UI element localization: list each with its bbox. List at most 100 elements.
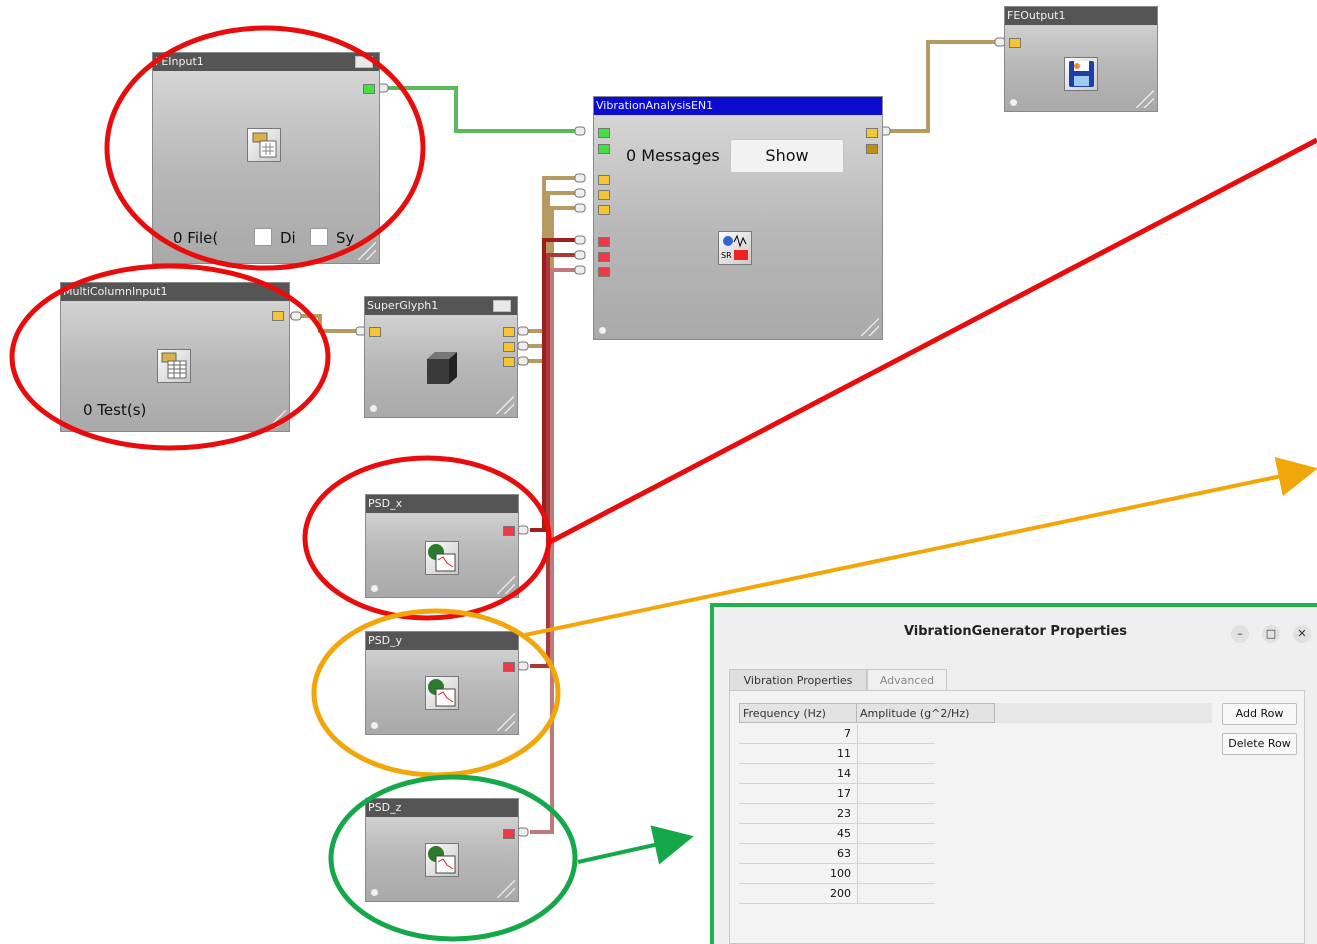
add-row-button[interactable]: Add Row <box>1222 703 1297 725</box>
table-row-amplitude[interactable] <box>857 784 935 804</box>
minimize-icon[interactable]: – <box>1231 625 1249 643</box>
input-port-yellow-1[interactable] <box>598 175 610 185</box>
superglyph[interactable]: SuperGlyph1 <box>364 296 518 418</box>
table-row-frequency[interactable]: 17 <box>739 784 857 804</box>
file-input-icon <box>247 128 281 162</box>
close-icon[interactable]: ✕ <box>1293 625 1311 643</box>
output-port-2[interactable] <box>503 342 515 352</box>
vibration-analysis-glyph[interactable]: VibrationAnalysisEN1 0 Messages Show SR <box>593 96 883 340</box>
resize-grip[interactable] <box>497 576 515 594</box>
table-row-amplitude[interactable] <box>857 724 935 744</box>
sy-checkbox-label: Sy <box>336 229 355 247</box>
vibration-generator-properties-dialog: VibrationGenerator Properties – □ ✕ Vibr… <box>710 603 1317 944</box>
wire-analysis-to-feoutput <box>880 40 1000 133</box>
resize-grip[interactable] <box>1136 90 1154 108</box>
status-led <box>371 722 378 729</box>
input-port-green-2[interactable] <box>598 144 610 154</box>
output-port-2[interactable] <box>866 144 878 154</box>
input-port-green-1[interactable] <box>598 128 610 138</box>
table-row-frequency[interactable]: 14 <box>739 764 857 784</box>
wire-psd-z <box>530 268 583 834</box>
psd-chart-icon <box>425 843 459 877</box>
test-count-label: 0 Test(s) <box>83 401 147 419</box>
input-port-red-3[interactable] <box>598 267 610 277</box>
input-port[interactable] <box>369 327 381 337</box>
cube-icon <box>423 349 461 387</box>
psd-y-glyph[interactable]: PSD_y <box>365 631 519 735</box>
svg-text:SR: SR <box>721 251 732 260</box>
column-header-amplitude[interactable]: Amplitude (g^2/Hz) <box>856 703 995 723</box>
feoutput-glyph[interactable]: FEOutput1 <box>1004 6 1158 112</box>
output-port[interactable] <box>503 829 515 839</box>
show-button[interactable]: Show <box>730 139 844 173</box>
file-count-label: 0 File( <box>173 229 219 247</box>
output-port-1[interactable] <box>503 327 515 337</box>
status-led <box>371 889 378 896</box>
table-row-frequency[interactable]: 45 <box>739 824 857 844</box>
input-port-red-2[interactable] <box>598 252 610 262</box>
output-port[interactable] <box>503 526 515 536</box>
messages-label: 0 Messages <box>626 146 720 165</box>
glyph-title: FEOutput1 <box>1005 7 1157 25</box>
psd-z-glyph[interactable]: PSD_z <box>365 798 519 902</box>
psd-chart-icon <box>425 676 459 710</box>
resize-grip[interactable] <box>496 396 514 414</box>
psd-x-glyph[interactable]: PSD_x <box>365 494 519 598</box>
collapse-button[interactable] <box>493 300 511 312</box>
glyph-title: MultiColumnInput1 <box>61 283 289 301</box>
di-checkbox-label: Di <box>280 229 296 247</box>
vibration-analysis-icon: SR <box>718 231 752 265</box>
table-row-amplitude[interactable] <box>857 804 935 824</box>
multicolumn-input-glyph[interactable]: MultiColumnInput1 0 Test(s) <box>60 282 290 432</box>
collapse-button[interactable] <box>355 56 373 68</box>
maximize-icon[interactable]: □ <box>1262 625 1280 643</box>
output-port-3[interactable] <box>503 357 515 367</box>
input-port[interactable] <box>1009 38 1021 48</box>
table-row-frequency[interactable]: 63 <box>739 844 857 864</box>
status-led <box>1010 99 1017 106</box>
input-port-red-1[interactable] <box>598 237 610 247</box>
table-row-amplitude[interactable] <box>857 864 935 884</box>
table-row-amplitude[interactable] <box>857 844 935 864</box>
wire-psd-x <box>530 238 583 532</box>
table-row-frequency[interactable]: 23 <box>739 804 857 824</box>
table-input-icon <box>157 349 191 383</box>
output-port[interactable] <box>503 662 515 672</box>
tab-advanced[interactable]: Advanced <box>867 669 947 690</box>
table-row-amplitude[interactable] <box>857 744 935 764</box>
table-row-frequency[interactable]: 200 <box>739 884 857 904</box>
psd-chart-icon <box>425 541 459 575</box>
table-row-frequency[interactable]: 7 <box>739 724 857 744</box>
dialog-title: VibrationGenerator Properties <box>903 624 1128 639</box>
resize-grip[interactable] <box>497 713 515 731</box>
table-row-frequency[interactable]: 100 <box>739 864 857 884</box>
status-led <box>371 585 378 592</box>
resize-grip[interactable] <box>497 880 515 898</box>
table-row-amplitude[interactable] <box>857 884 935 904</box>
status-led <box>599 327 606 334</box>
input-port-yellow-2[interactable] <box>598 190 610 200</box>
table-row-frequency[interactable]: 11 <box>739 744 857 764</box>
resize-grip[interactable] <box>268 410 286 428</box>
sy-checkbox[interactable] <box>310 228 328 246</box>
status-led <box>370 405 377 412</box>
tab-vibration-properties[interactable]: Vibration Properties <box>729 669 867 690</box>
table-row-amplitude[interactable] <box>857 824 935 844</box>
column-header-frequency[interactable]: Frequency (Hz) <box>739 703 857 723</box>
glyph-title: VibrationAnalysisEN1 <box>594 97 882 115</box>
table-row-amplitude[interactable] <box>857 764 935 784</box>
wire-feinput-to-analysis <box>376 86 583 133</box>
resize-grip[interactable] <box>358 242 376 260</box>
output-port[interactable] <box>272 311 284 321</box>
input-port-yellow-3[interactable] <box>598 205 610 215</box>
glyph-title: FEInput1 <box>153 53 379 71</box>
output-port[interactable] <box>363 84 375 94</box>
glyph-title: PSD_x <box>366 495 518 513</box>
di-checkbox[interactable] <box>254 228 272 246</box>
resize-grip[interactable] <box>861 318 879 336</box>
glyph-title: PSD_z <box>366 799 518 817</box>
save-disk-icon <box>1064 57 1098 91</box>
feinput-glyph[interactable]: FEInput1 0 File( Di Sy <box>152 52 380 264</box>
delete-row-button[interactable]: Delete Row <box>1222 733 1297 755</box>
output-port-1[interactable] <box>866 128 878 138</box>
